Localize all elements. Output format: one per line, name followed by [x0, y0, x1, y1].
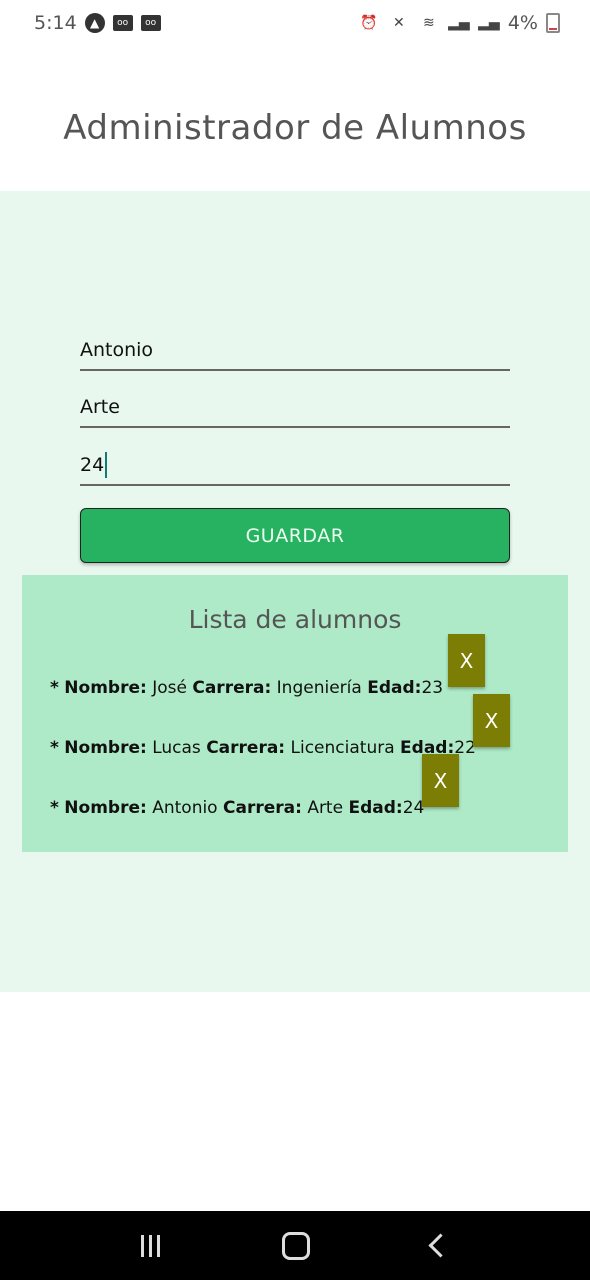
alarm-icon: ⏰: [360, 15, 378, 31]
age-input[interactable]: 24: [80, 446, 510, 486]
text-cursor: [105, 452, 108, 478]
career-input-value: Arte: [80, 396, 120, 418]
bullet: *: [50, 738, 59, 758]
bullet: *: [50, 678, 59, 698]
list-item: * Nombre: Lucas Carrera: Licenciatura Ed…: [50, 738, 476, 758]
signal-icon: ▂▄: [448, 15, 470, 31]
career-label: Carrera:: [206, 738, 286, 758]
voicemail-icon: oo: [112, 15, 133, 31]
battery-icon: [546, 13, 560, 33]
career-input[interactable]: Arte: [80, 388, 510, 428]
career-label: Carrera:: [192, 678, 272, 698]
student-age: 23: [421, 678, 444, 698]
recent-apps-icon[interactable]: [141, 1234, 160, 1257]
name-input-value: Antonio: [80, 339, 154, 361]
signal-icon: ▂▄: [478, 15, 500, 31]
student-career: Ingeniería: [276, 678, 362, 698]
status-left: 5:14 ▲ oo oo: [34, 12, 161, 34]
home-icon[interactable]: [282, 1231, 310, 1260]
list-item: * Nombre: José Carrera: Ingeniería Edad:…: [50, 678, 443, 698]
age-input-value: 24: [80, 454, 105, 476]
career-label: Carrera:: [223, 798, 302, 818]
student-name: Antonio: [152, 798, 218, 818]
delete-button[interactable]: X: [448, 634, 485, 687]
back-icon[interactable]: [428, 1233, 453, 1258]
battery-percent: 4%: [507, 12, 538, 34]
status-right: ⏰ ✕ ≋ ▂▄ ▂▄ 4%: [358, 12, 560, 34]
name-label: Nombre:: [64, 678, 147, 698]
wifi-icon: ≋: [422, 15, 435, 31]
page-title: Administrador de Alumnos: [63, 108, 527, 148]
name-label: Nombre:: [64, 798, 147, 818]
list-item: * Nombre: Antonio Carrera: Arte Edad:24: [50, 798, 424, 818]
save-button[interactable]: GUARDAR: [80, 508, 510, 563]
navigation-bar: [0, 1211, 590, 1280]
status-time: 5:14: [34, 12, 77, 34]
age-label: Edad:: [367, 678, 422, 698]
status-bar: 5:14 ▲ oo oo ⏰ ✕ ≋ ▂▄ ▂▄ 4%: [0, 0, 590, 46]
delete-button[interactable]: X: [473, 694, 510, 747]
app-notification-icon: ▲: [84, 13, 105, 33]
student-career: Arte: [307, 798, 344, 818]
student-name: José: [152, 678, 187, 698]
mute-icon: ✕: [392, 15, 405, 31]
voicemail-icon: oo: [140, 15, 161, 31]
student-career: Licenciatura: [290, 738, 395, 758]
main-area: Antonio Arte 24 GUARDAR Lista de alumnos…: [0, 191, 590, 992]
age-label: Edad:: [348, 798, 403, 818]
list-title: Lista de alumnos: [188, 605, 402, 634]
delete-button[interactable]: X: [422, 754, 459, 807]
student-list: Lista de alumnos * Nombre: José Carrera:…: [22, 575, 568, 852]
name-label: Nombre:: [64, 738, 147, 758]
bullet: *: [50, 798, 59, 818]
student-name: Lucas: [152, 738, 201, 758]
name-input[interactable]: Antonio: [80, 331, 510, 371]
